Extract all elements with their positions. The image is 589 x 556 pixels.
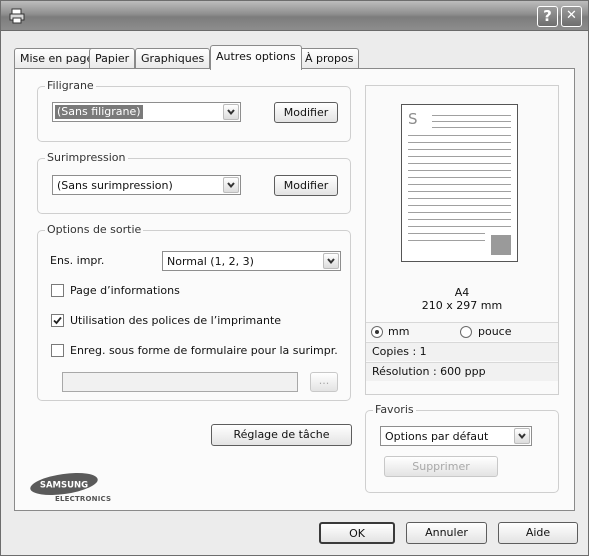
samsung-logo: SAMSUNG ELECTRONICS bbox=[29, 473, 149, 503]
tab-graphiques[interactable]: Graphiques bbox=[135, 48, 211, 69]
unit-inch-radio[interactable] bbox=[460, 326, 472, 338]
paper-size: 210 x 297 mm bbox=[421, 299, 503, 312]
page-preview: S bbox=[401, 104, 518, 262]
cancel-button[interactable]: Annuler bbox=[406, 522, 487, 544]
watermark-modify-button[interactable]: Modifier bbox=[274, 102, 338, 123]
page-letter: S bbox=[408, 110, 418, 128]
printer-fonts-label: Utilisation des polices de l’imprimante bbox=[70, 314, 282, 327]
browse-button[interactable]: ... bbox=[310, 372, 338, 392]
chevron-down-icon bbox=[514, 428, 530, 444]
favorites-group-label: Favoris bbox=[373, 403, 416, 417]
save-overlay-label: Enreg. sous forme de formulaire pour la … bbox=[70, 344, 338, 357]
tab-panel: Filigrane (Sans filigrane) Modifier Suri… bbox=[14, 68, 575, 511]
print-order-select[interactable]: Normal (1, 2, 3) bbox=[162, 251, 341, 271]
favorites-group: Favoris Options par défaut Supprimer bbox=[365, 403, 559, 493]
samsung-brand-text: SAMSUNG bbox=[40, 481, 88, 491]
unit-inch-label: pouce bbox=[478, 325, 512, 338]
tab-mise-en-page[interactable]: Mise en page bbox=[14, 48, 100, 69]
ok-button[interactable]: OK bbox=[319, 522, 395, 544]
paper-name: A4 bbox=[454, 286, 470, 299]
overlay-group: Surimpression (Sans surimpression) Modif… bbox=[37, 151, 351, 214]
favorites-select-value: Options par défaut bbox=[385, 430, 489, 443]
overlay-group-label: Surimpression bbox=[45, 151, 128, 165]
save-overlay-checkbox[interactable] bbox=[51, 344, 64, 357]
checkmark-icon bbox=[53, 316, 62, 325]
overlay-modify-button[interactable]: Modifier bbox=[274, 175, 338, 196]
resolution-info: Résolution : 600 ppp bbox=[366, 362, 558, 381]
tab-a-propos[interactable]: À propos bbox=[299, 48, 360, 69]
watermark-group-label: Filigrane bbox=[45, 79, 96, 93]
output-options-group: Options de sortie Ens. impr. Normal (1, … bbox=[37, 223, 351, 401]
paper-preview-box: S A4 210 x 297 mm mm pouce Copies: 1 Ré… bbox=[365, 85, 559, 395]
close-button[interactable]: ✕ bbox=[561, 6, 582, 27]
overlay-select-value: (Sans surimpression) bbox=[57, 179, 173, 192]
chevron-down-icon bbox=[223, 177, 239, 193]
watermark-select[interactable]: (Sans filigrane) bbox=[52, 102, 241, 122]
unit-mm-label: mm bbox=[388, 325, 410, 338]
help-button[interactable]: Aide bbox=[498, 522, 578, 544]
printer-icon bbox=[9, 8, 25, 24]
watermark-select-value: (Sans filigrane) bbox=[55, 105, 143, 119]
units-row: mm pouce bbox=[366, 322, 558, 341]
print-order-select-value: Normal (1, 2, 3) bbox=[167, 255, 254, 268]
favorites-select[interactable]: Options par défaut bbox=[380, 426, 532, 446]
overlay-select[interactable]: (Sans surimpression) bbox=[52, 175, 241, 195]
job-settings-button[interactable]: Réglage de tâche bbox=[211, 424, 352, 446]
info-page-label: Page d’informations bbox=[70, 284, 180, 297]
title-bar[interactable]: ? ✕ bbox=[1, 1, 588, 31]
chevron-down-icon bbox=[223, 104, 239, 120]
watermark-group: Filigrane (Sans filigrane) Modifier bbox=[37, 79, 351, 142]
print-order-label: Ens. impr. bbox=[50, 254, 105, 267]
printer-properties-window: ? ✕ Mise en page Papier Graphiques Autre… bbox=[0, 0, 589, 556]
samsung-sub-text: ELECTRONICS bbox=[55, 495, 112, 503]
tab-autres-options[interactable]: Autres options bbox=[210, 45, 302, 70]
chevron-down-icon bbox=[323, 253, 339, 269]
overlay-path-input[interactable] bbox=[62, 372, 298, 392]
unit-mm-radio[interactable] bbox=[371, 326, 383, 338]
copies-info: Copies : 1 bbox=[366, 342, 558, 361]
info-page-checkbox[interactable] bbox=[51, 284, 64, 297]
help-title-button[interactable]: ? bbox=[537, 6, 558, 27]
favorites-delete-button[interactable]: Supprimer bbox=[384, 456, 498, 477]
output-options-group-label: Options de sortie bbox=[45, 223, 144, 237]
tab-papier[interactable]: Papier bbox=[89, 48, 136, 69]
samsung-logo-icon: SAMSUNG bbox=[30, 473, 98, 495]
image-placeholder bbox=[491, 235, 511, 255]
printer-fonts-checkbox[interactable] bbox=[51, 314, 64, 327]
